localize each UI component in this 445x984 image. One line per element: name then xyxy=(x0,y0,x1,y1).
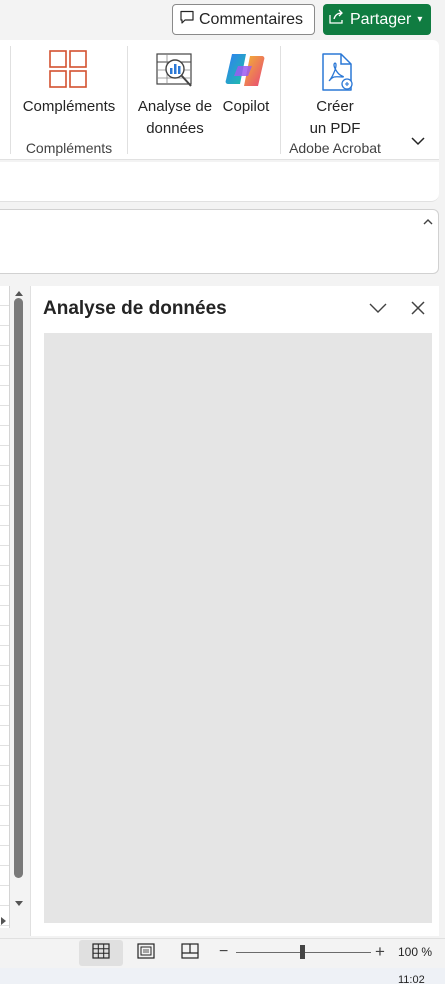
zoom-out-button[interactable]: − xyxy=(219,943,228,961)
share-button[interactable]: Partager ▾ xyxy=(323,4,431,35)
worksheet-grid[interactable] xyxy=(0,286,10,928)
ribbon-separator xyxy=(280,46,281,154)
copilot-label: Copilot xyxy=(222,98,270,115)
share-label: Partager xyxy=(350,10,412,28)
comments-button[interactable]: Commentaires xyxy=(172,4,315,35)
analyze-data-icon xyxy=(155,50,195,95)
scroll-down-icon[interactable] xyxy=(13,896,25,914)
quick-access-strip xyxy=(0,162,439,202)
task-pane-content-placeholder xyxy=(44,333,432,923)
scroll-right-icon[interactable] xyxy=(0,914,8,932)
create-pdf-label-line1: Créer xyxy=(316,98,354,115)
close-icon[interactable] xyxy=(410,300,426,321)
task-pane-title: Analyse de données xyxy=(43,298,227,319)
ribbon-options-chevron-icon[interactable] xyxy=(410,134,426,152)
comment-icon xyxy=(179,9,195,30)
scrollbar-thumb[interactable] xyxy=(14,298,23,878)
share-icon xyxy=(328,9,346,30)
chevron-down-icon[interactable]: ▾ xyxy=(417,14,422,25)
formula-bar-input[interactable] xyxy=(0,209,439,274)
ribbon: Compléments Compléments Analyse de donné… xyxy=(0,40,439,160)
analyze-data-label-line1: Analyse de xyxy=(137,98,213,115)
create-pdf-button[interactable]: Créer un PDF xyxy=(290,44,380,140)
analyze-data-button[interactable]: Analyse de données xyxy=(134,44,216,140)
grid-view-icon xyxy=(92,942,110,964)
analyze-data-label-line2: données xyxy=(146,120,204,137)
zoom-in-button[interactable]: + xyxy=(375,942,385,962)
taskbar-clock: 11:02 xyxy=(398,974,425,984)
page-layout-view-button[interactable] xyxy=(124,940,168,966)
normal-view-button[interactable] xyxy=(79,940,123,966)
copilot-button[interactable]: Copilot xyxy=(216,44,276,130)
page-layout-icon xyxy=(137,942,155,964)
addins-icon xyxy=(49,50,87,93)
create-pdf-label-line2: un PDF xyxy=(309,120,361,137)
addins-button[interactable]: Compléments xyxy=(14,44,124,130)
comments-label: Commentaires xyxy=(199,10,304,28)
copilot-icon xyxy=(224,50,266,95)
zoom-slider-thumb[interactable] xyxy=(300,945,305,959)
ribbon-separator xyxy=(127,46,128,154)
acrobat-group-label: Adobe Acrobat xyxy=(289,140,381,156)
task-pane-options-chevron-icon[interactable] xyxy=(368,300,388,321)
addins-button-label: Compléments xyxy=(22,98,116,115)
acrobat-pdf-icon xyxy=(319,52,355,97)
zoom-level-label[interactable]: 100 % xyxy=(398,945,432,959)
windows-taskbar xyxy=(0,968,445,984)
addins-group-label: Compléments xyxy=(25,140,113,156)
page-break-preview-button[interactable] xyxy=(168,940,212,966)
page-break-icon xyxy=(181,942,199,964)
ribbon-separator xyxy=(10,46,11,154)
collapse-formula-bar-icon[interactable] xyxy=(422,214,434,232)
